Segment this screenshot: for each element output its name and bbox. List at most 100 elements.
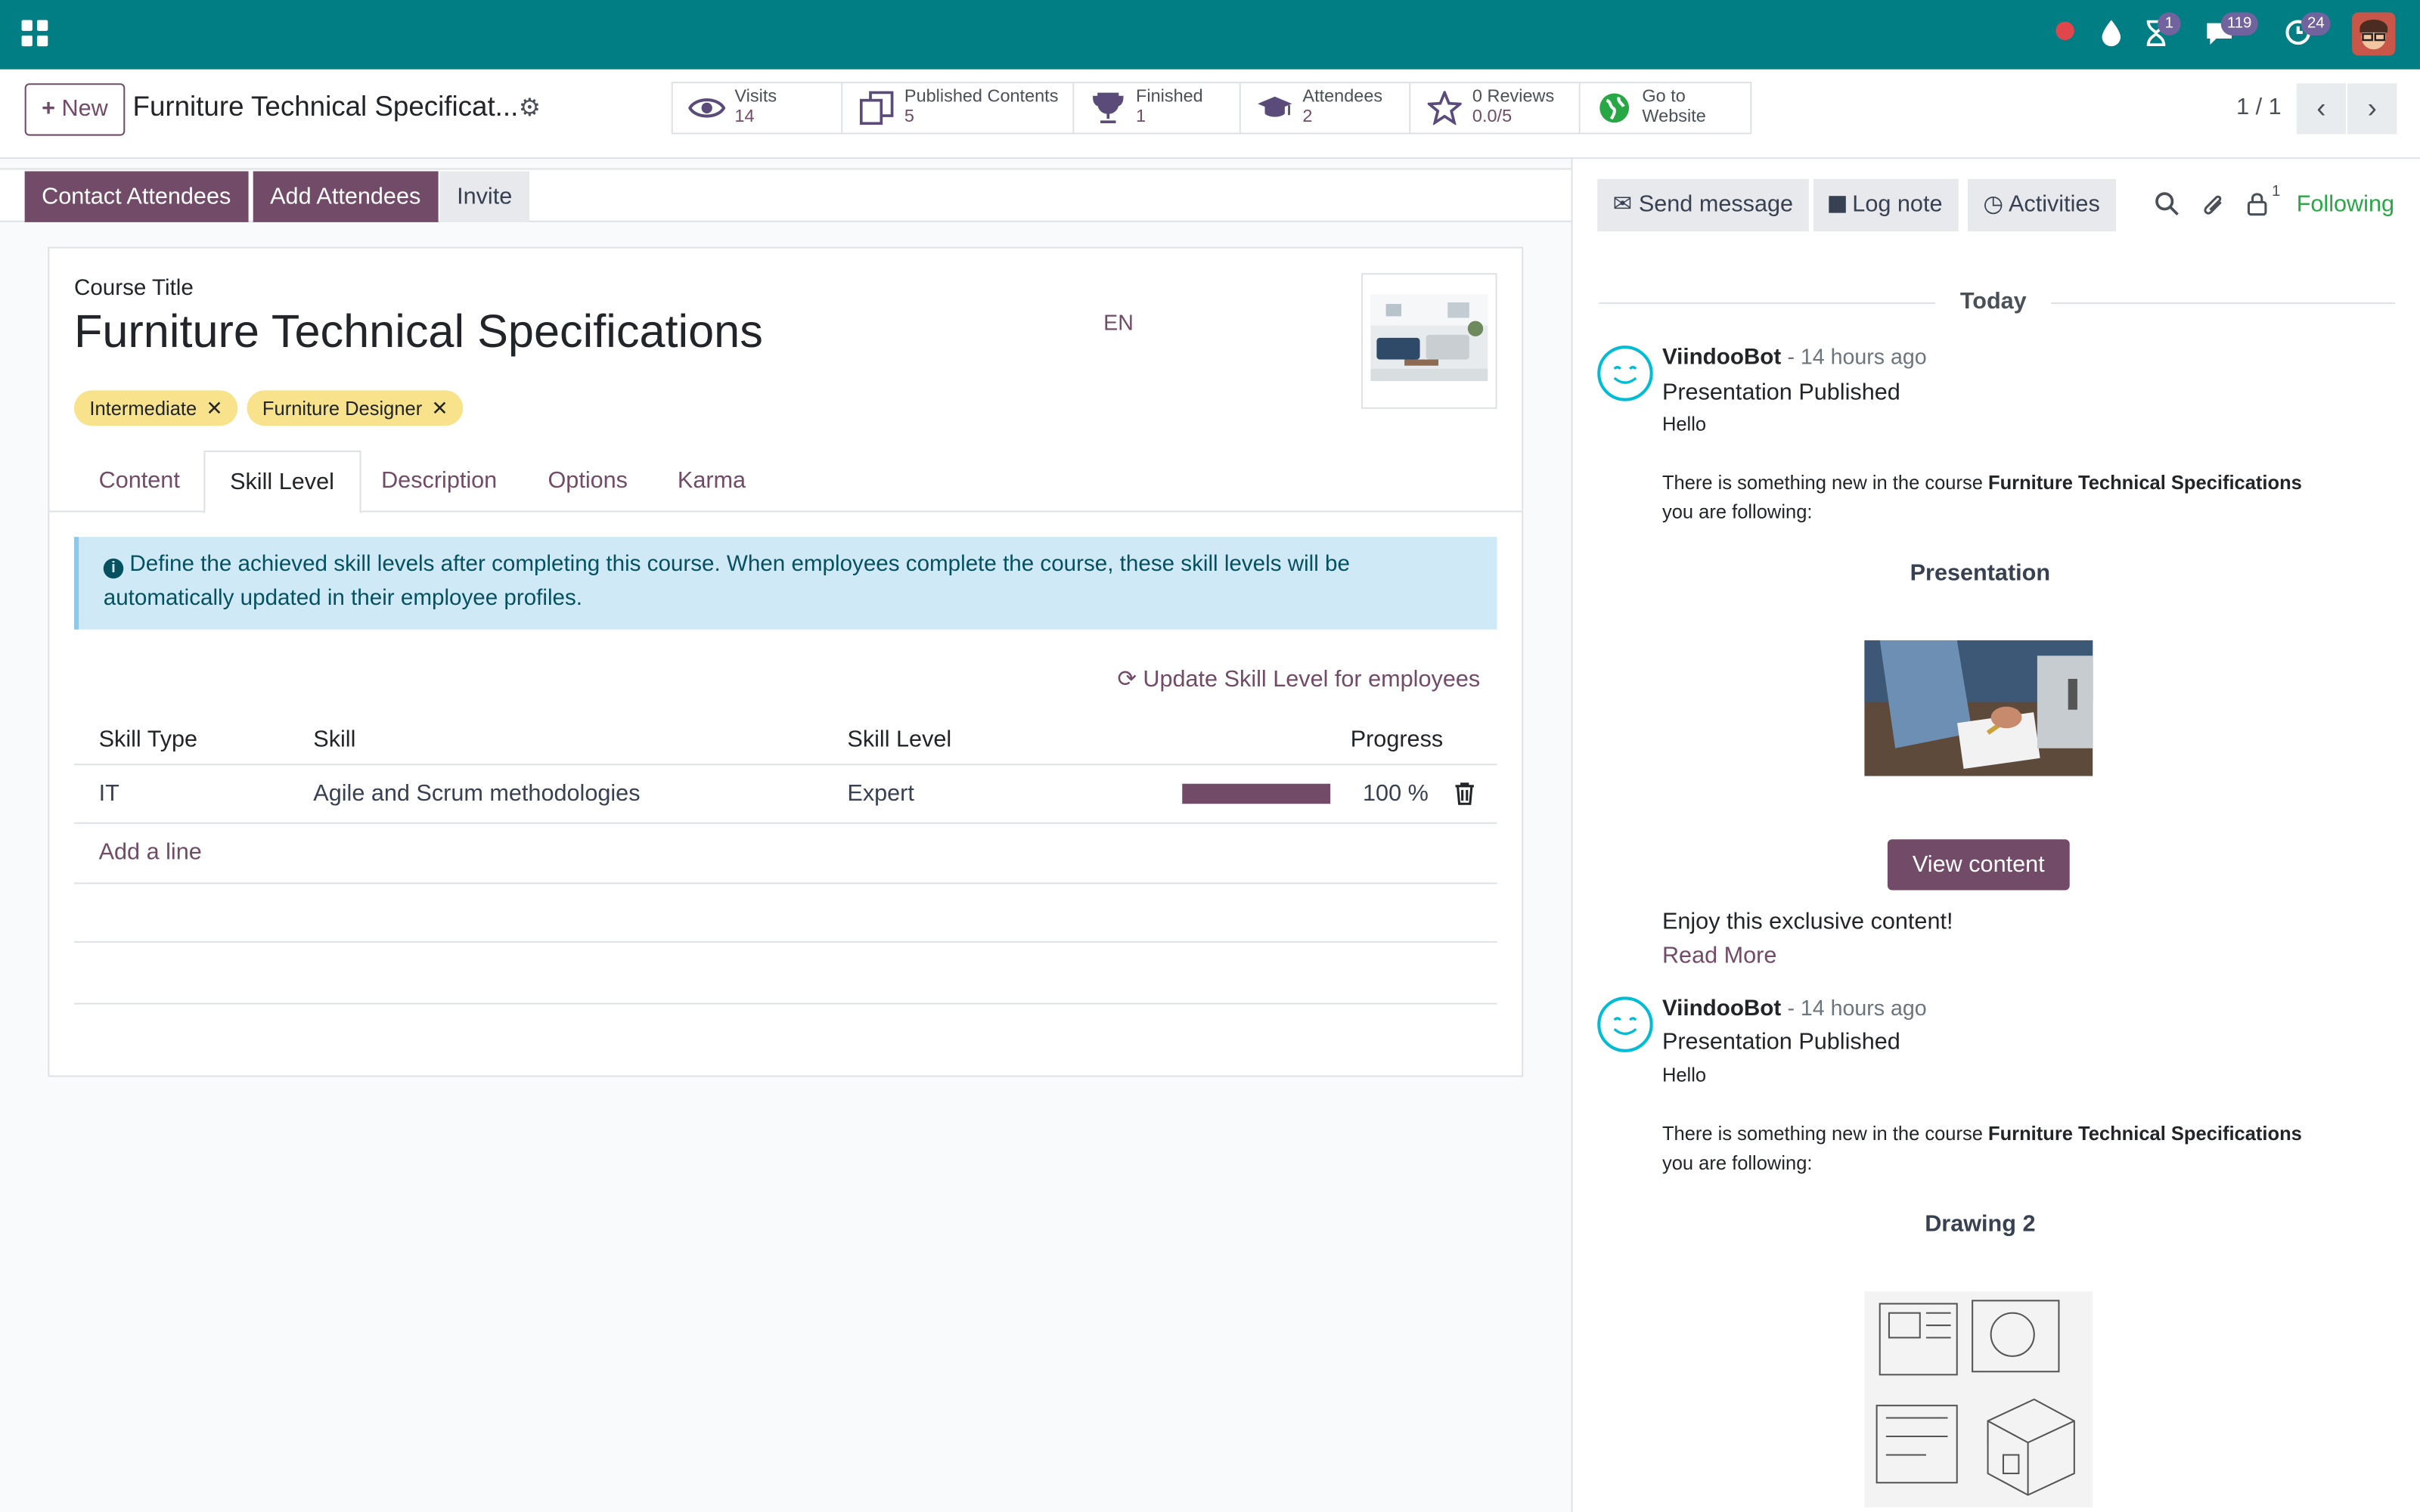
chevron-right-icon[interactable]: › — [2347, 83, 2397, 135]
course-image[interactable] — [1360, 273, 1497, 409]
column-header-skill-level[interactable]: Skill Level — [847, 727, 951, 753]
star-icon — [1426, 89, 1463, 126]
content-title: Presentation — [1910, 559, 2051, 587]
table-divider — [73, 1002, 1497, 1005]
search-icon[interactable] — [2155, 191, 2180, 216]
refresh-icon: ⟳ — [1117, 666, 1137, 693]
gear-icon[interactable]: ⚙ — [519, 92, 541, 123]
body-prefix: There is something new in the course — [1661, 472, 1988, 494]
stat-button-finished[interactable]: Finished 1 — [1074, 83, 1241, 133]
user-avatar[interactable] — [2352, 12, 2396, 56]
stat-button-reviews[interactable]: 0 Reviews 0.0/5 — [1410, 83, 1581, 133]
table-divider — [73, 764, 1497, 766]
message-author: ViindooBot - 14 hours ago — [1662, 995, 1927, 1021]
message-footer: Enjoy this exclusive content! — [1661, 909, 1953, 935]
tab-options[interactable]: Options — [523, 451, 653, 513]
stat-value: 1 — [1136, 107, 1146, 127]
cell-skill[interactable]: Agile and Scrum methodologies — [313, 781, 640, 807]
top-navbar: 1 119 24 — [0, 0, 2420, 70]
tab-description[interactable]: Description — [356, 451, 521, 513]
stat-button-attendees[interactable]: Attendees 2 — [1241, 83, 1411, 133]
pager-value[interactable]: 1 / 1 — [2236, 94, 2282, 120]
stat-value: Website — [1642, 107, 1706, 127]
form-tabs: Content Skill Level Description Options … — [49, 450, 1522, 514]
column-header-progress[interactable]: Progress — [1351, 727, 1444, 753]
alert-text: Define the achieved skill levels after c… — [103, 552, 1350, 612]
plus-icon: + — [42, 95, 55, 122]
lock-icon[interactable] — [2247, 191, 2267, 216]
stat-value: 0.0/5 — [1472, 107, 1512, 127]
update-skill-level-button[interactable]: ⟳ Update Skill Level for employees — [1118, 665, 1481, 693]
stat-value: 14 — [734, 107, 755, 127]
chevron-left-icon[interactable]: ‹ — [2296, 83, 2347, 135]
apps-menu-icon[interactable] — [21, 20, 48, 47]
tag-label: Furniture Designer — [262, 398, 423, 420]
trash-icon[interactable] — [1455, 782, 1474, 806]
close-icon[interactable]: ✕ — [206, 396, 222, 420]
column-header-skill-type[interactable]: Skill Type — [99, 727, 197, 753]
cell-skill-type[interactable]: IT — [99, 781, 119, 807]
update-link-label: Update Skill Level for employees — [1143, 666, 1481, 693]
author-name[interactable]: ViindooBot — [1662, 345, 1781, 370]
globe-icon — [1596, 89, 1633, 126]
course-title-label: Course Title — [73, 276, 194, 301]
date-separator: Today — [1935, 288, 2052, 315]
drawing-image — [1864, 1291, 2093, 1507]
stat-button-visits[interactable]: Visits 14 — [673, 83, 843, 133]
column-header-skill[interactable]: Skill — [313, 727, 355, 753]
progress-bar-fill — [1182, 783, 1331, 804]
table-divider — [73, 822, 1497, 824]
new-button-label: New — [61, 95, 108, 122]
stat-button-go-to-website[interactable]: Go to Website — [1581, 83, 1750, 132]
record-title: Furniture Technical Specificat... — [132, 91, 519, 122]
add-line-link[interactable]: Add a line — [99, 839, 202, 866]
send-message-button[interactable]: ✉ Send message — [1597, 178, 1809, 232]
bot-avatar[interactable] — [1597, 345, 1653, 401]
bot-avatar[interactable] — [1597, 996, 1653, 1052]
activity-count-badge: 1 — [2158, 12, 2181, 36]
message-time: - 14 hours ago — [1787, 344, 1927, 369]
stat-label: Attendees — [1302, 88, 1383, 107]
stat-button-published-contents[interactable]: Published Contents 5 — [842, 83, 1075, 133]
form-sheet: Course Title Furniture Technical Specifi… — [48, 246, 1524, 1077]
body-prefix: There is something new in the course — [1661, 1123, 1988, 1145]
send-message-label: Send message — [1638, 191, 1794, 218]
message-author: ViindooBot - 14 hours ago — [1662, 344, 1927, 370]
tab-content[interactable]: Content — [74, 451, 205, 513]
smart-buttons: Visits 14 Published Contents 5 Finished 1 A… — [671, 82, 1752, 135]
body-course: Furniture Technical Specifications — [1987, 472, 2302, 494]
log-note-button[interactable]: Log note — [1813, 178, 1958, 232]
contact-attendees-button[interactable]: Contact Attendees — [24, 171, 248, 222]
tag-label: Intermediate — [89, 398, 197, 420]
record-dot-icon[interactable] — [2055, 21, 2074, 41]
info-icon: i — [103, 558, 124, 579]
cell-skill-level[interactable]: Expert — [847, 781, 914, 807]
paperclip-icon[interactable] — [2201, 191, 2226, 218]
presentation-image — [1864, 640, 2093, 776]
activities-button[interactable]: ◷ Activities — [1968, 178, 2116, 232]
read-more-link[interactable]: Read More — [1662, 943, 1776, 969]
add-attendees-button[interactable]: Add Attendees — [253, 171, 438, 222]
app-root: 1 119 24 + New Furniture Technical Speci… — [0, 0, 2420, 1512]
tab-karma[interactable]: Karma — [653, 451, 770, 513]
tab-skill-level[interactable]: Skill Level — [203, 450, 361, 514]
new-button[interactable]: + New — [24, 83, 126, 136]
envelope-icon: ✉ — [1612, 191, 1633, 218]
message-greeting: Hello — [1661, 413, 1707, 435]
following-toggle[interactable]: Following — [2297, 191, 2394, 218]
messages-count-badge: 119 — [2220, 12, 2258, 36]
message-body-suffix: you are following: — [1661, 501, 1813, 523]
stat-value: 5 — [904, 107, 914, 127]
message-subject: Presentation Published — [1661, 1029, 1900, 1055]
progress-bar — [1182, 783, 1331, 804]
updates-count-badge: 24 — [2301, 12, 2331, 36]
invite-button[interactable]: Invite — [439, 171, 529, 222]
view-content-button[interactable]: View content — [1887, 839, 2070, 891]
course-title-input[interactable]: Furniture Technical Specifications — [74, 307, 763, 359]
chatter-panel: ✉ Send message Log note ◷ Activities 1 F… — [1571, 159, 2420, 1512]
close-icon[interactable]: ✕ — [431, 396, 448, 420]
language-toggle[interactable]: EN — [1103, 310, 1134, 335]
table-divider — [73, 940, 1497, 943]
water-drop-icon[interactable] — [2101, 18, 2123, 47]
author-name[interactable]: ViindooBot — [1662, 996, 1781, 1021]
